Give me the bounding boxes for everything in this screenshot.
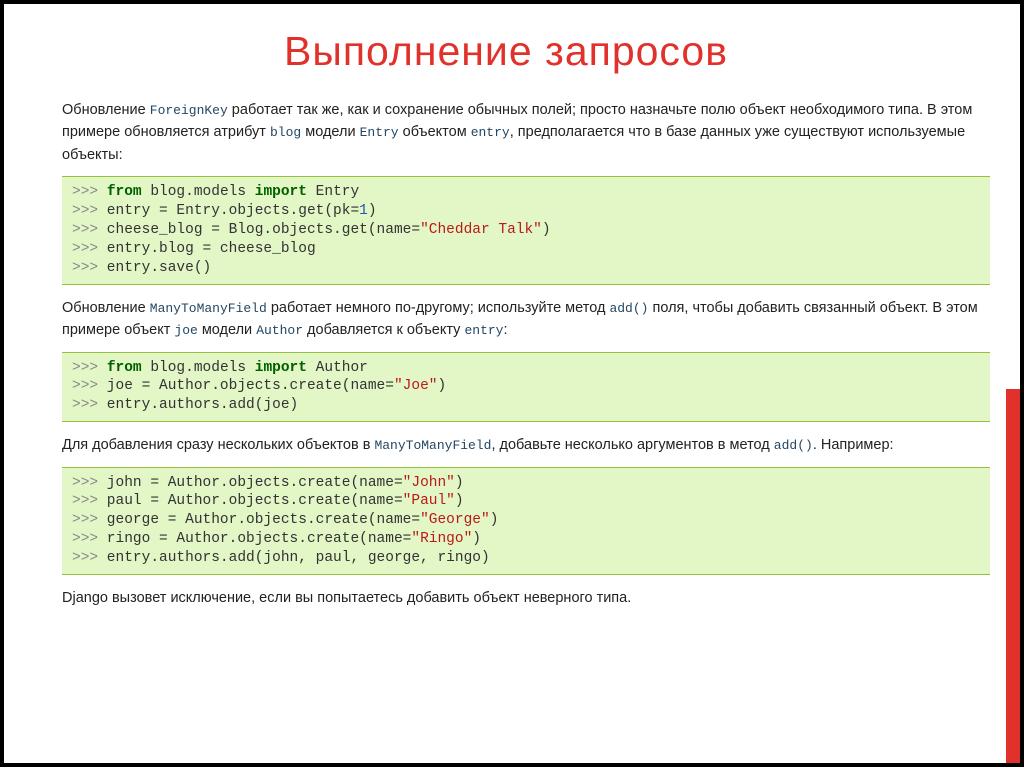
code: ) — [542, 222, 551, 238]
code: Author — [307, 360, 368, 376]
code: ) — [490, 512, 499, 528]
string: "John" — [403, 475, 455, 491]
inline-code: ManyToManyField — [374, 438, 491, 453]
accent-strip — [1006, 389, 1020, 763]
prompt: >>> — [72, 550, 98, 566]
paragraph-3: Для добавления сразу нескольких объектов… — [62, 434, 990, 456]
keyword: from — [107, 360, 142, 376]
inline-code: entry — [464, 323, 503, 338]
string: "Ringo" — [411, 531, 472, 547]
text: . Например: — [813, 437, 894, 453]
code: entry.authors.add(john, paul, george, ri… — [98, 550, 490, 566]
text: работает немного по-другому; используйте… — [267, 300, 610, 316]
code: entry.blog = cheese_blog — [98, 241, 316, 257]
text: добавляется к объекту — [303, 322, 464, 338]
prompt: >>> — [72, 260, 98, 276]
text: Для добавления сразу нескольких объектов… — [62, 437, 374, 453]
paragraph-1: Обновление ForeignKey работает так же, к… — [62, 99, 990, 166]
content-area: Выполнение запросов Обновление ForeignKe… — [62, 4, 990, 763]
code: entry.authors.add(joe) — [98, 397, 298, 413]
slide: Выполнение запросов Обновление ForeignKe… — [4, 4, 1020, 763]
prompt: >>> — [72, 241, 98, 257]
code: ) — [472, 531, 481, 547]
prompt: >>> — [72, 493, 98, 509]
paragraph-4: Django вызовет исключение, если вы попыт… — [62, 587, 990, 609]
prompt: >>> — [72, 475, 98, 491]
code: entry.save() — [98, 260, 211, 276]
code: ) — [455, 493, 464, 509]
code: paul = Author.objects.create(name= — [98, 493, 403, 509]
inline-code: ManyToManyField — [150, 301, 267, 316]
inline-code: add() — [774, 438, 813, 453]
code: cheese_blog = Blog.objects.get(name= — [98, 222, 420, 238]
code-block-1: >>> from blog.models import Entry >>> en… — [62, 176, 990, 284]
inline-code: joe — [174, 323, 197, 338]
text: модели — [198, 322, 256, 338]
inline-code: Author — [256, 323, 303, 338]
number: 1 — [359, 203, 368, 219]
inline-code: blog — [270, 125, 301, 140]
string: "George" — [420, 512, 490, 528]
inline-code: Entry — [360, 125, 399, 140]
prompt: >>> — [72, 512, 98, 528]
code: ) — [437, 378, 446, 394]
code-block-2: >>> from blog.models import Author >>> j… — [62, 352, 990, 423]
prompt: >>> — [72, 360, 98, 376]
prompt: >>> — [72, 203, 98, 219]
text: , добавьте несколько аргументов в метод — [491, 437, 773, 453]
code: ) — [368, 203, 377, 219]
prompt: >>> — [72, 184, 98, 200]
prompt: >>> — [72, 222, 98, 238]
code: john = Author.objects.create(name= — [98, 475, 403, 491]
code: ringo = Author.objects.create(name= — [98, 531, 411, 547]
text: Обновление — [62, 300, 150, 316]
code: george = Author.objects.create(name= — [98, 512, 420, 528]
text: : — [503, 322, 507, 338]
code: entry = Entry.objects.get(pk= — [98, 203, 359, 219]
inline-code: add() — [609, 301, 648, 316]
paragraph-2: Обновление ManyToManyField работает немн… — [62, 297, 990, 342]
keyword: from — [107, 184, 142, 200]
code-block-3: >>> john = Author.objects.create(name="J… — [62, 467, 990, 575]
code: blog.models — [142, 184, 255, 200]
code: blog.models — [142, 360, 255, 376]
string: "Cheddar Talk" — [420, 222, 542, 238]
string: "Joe" — [394, 378, 438, 394]
string: "Paul" — [403, 493, 455, 509]
prompt: >>> — [72, 531, 98, 547]
inline-code: entry — [471, 125, 510, 140]
code: joe = Author.objects.create(name= — [98, 378, 394, 394]
code: ) — [455, 475, 464, 491]
code: Entry — [307, 184, 359, 200]
text: Обновление — [62, 102, 150, 118]
keyword: import — [255, 360, 307, 376]
text: объектом — [399, 124, 471, 140]
prompt: >>> — [72, 397, 98, 413]
inline-code: ForeignKey — [150, 103, 228, 118]
text: модели — [301, 124, 359, 140]
page-title: Выполнение запросов — [62, 28, 950, 75]
prompt: >>> — [72, 378, 98, 394]
keyword: import — [255, 184, 307, 200]
